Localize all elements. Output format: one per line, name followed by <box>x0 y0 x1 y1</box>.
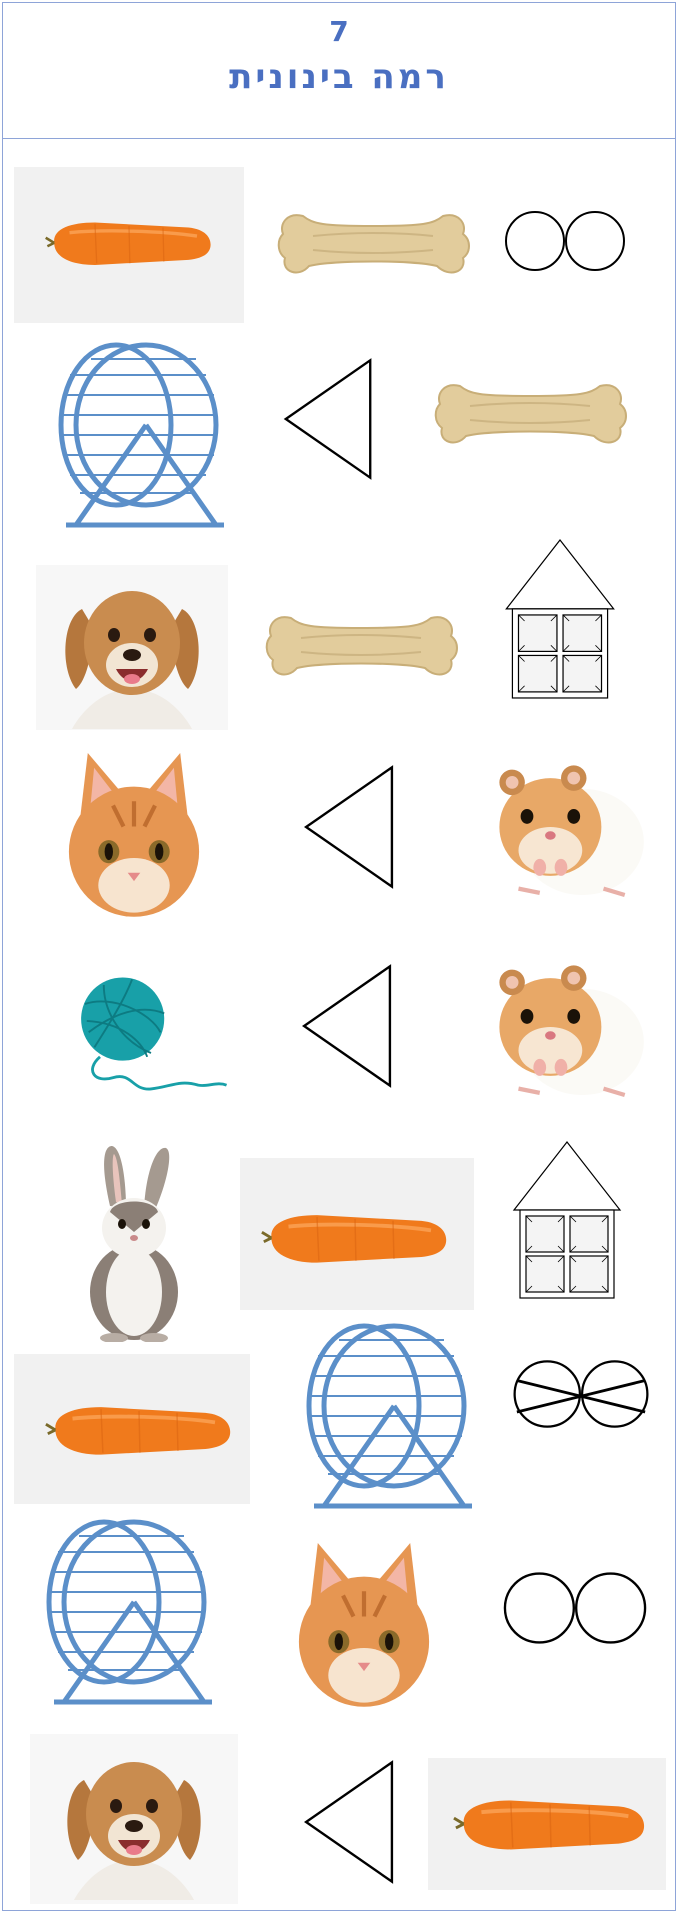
carrot-image <box>14 1354 250 1504</box>
hamster-image <box>470 948 650 1108</box>
bone-image <box>256 604 466 684</box>
cat-image <box>276 1528 452 1724</box>
page-number: 7 <box>329 15 349 48</box>
cat-image <box>46 738 222 934</box>
hamster-wheel-image <box>274 1316 480 1516</box>
dog-image <box>36 565 228 730</box>
header: 7 רמה בינונית <box>2 2 676 139</box>
two-circles-shape <box>494 209 636 273</box>
dog-image <box>30 1734 238 1904</box>
hamster-wheel-image <box>26 330 234 546</box>
bone-image <box>425 372 635 452</box>
hamster-wheel-image <box>14 1510 238 1718</box>
two-circles-shape <box>502 1570 648 1646</box>
triangle-shape <box>300 765 398 889</box>
house-shape <box>504 538 616 700</box>
triangle-shape <box>280 358 376 480</box>
rabbit-image <box>74 1142 194 1342</box>
hamster-image <box>470 748 650 908</box>
carrot-image <box>428 1758 666 1890</box>
triangle-shape <box>298 964 396 1088</box>
house-shape <box>512 1140 622 1300</box>
yarn-ball-image <box>66 962 236 1112</box>
carrot-image <box>240 1158 474 1310</box>
page-title: רמה בינונית <box>229 57 449 97</box>
triangle-shape <box>300 1760 398 1884</box>
bone-image <box>268 202 478 282</box>
crossed-circles-shape <box>508 1358 654 1430</box>
carrot-image <box>14 167 244 323</box>
